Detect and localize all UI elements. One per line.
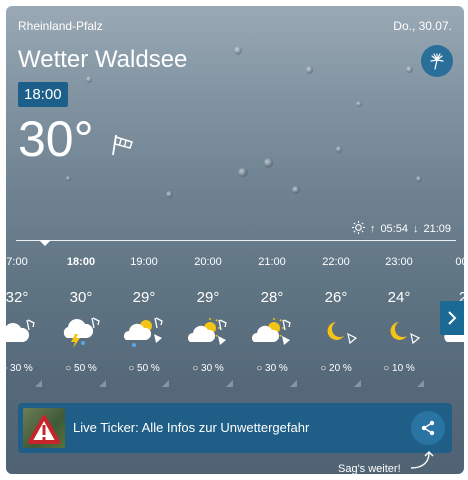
hour-temperature: 30° [69,289,93,306]
raindrop [416,176,422,182]
curved-arrow-icon [410,451,434,469]
hour-label: 19:00 [130,256,158,268]
arrow-down-icon: ↓ [412,223,419,235]
raindrop-icon: ○ [6,363,7,374]
hour-temperature: 29° [196,289,220,306]
current-temperature: 30° [18,111,94,167]
live-ticker-banner[interactable]: Live Ticker: Alle Infos zur Unwettergefa… [18,403,452,453]
corner-triangle [226,380,233,387]
raindrop [66,176,71,181]
hour-temperature: 24° [387,289,411,306]
moon-icon [304,316,368,348]
precipitation-value: 30 % [265,363,288,374]
timeline-pointer [39,240,51,246]
raindrop-icon: ○ [192,363,199,374]
precipitation-value: 50 % [137,363,160,374]
corner-triangle [99,380,106,387]
arrow-up-icon: ↑ [369,223,376,235]
dandelion-icon[interactable] [421,45,453,77]
precipitation: ○ 30 % [240,363,304,374]
raindrop-icon: ○ [65,363,72,374]
raindrop [166,191,173,198]
hour-label: 22:00 [322,256,350,268]
raindrop [306,66,313,74]
sunrise-time: 05:54 [380,223,408,235]
windsock-icon [110,133,136,162]
hour-label: 7:00 [6,256,28,268]
moon-icon [367,316,431,348]
cloudy-wind-icon [6,316,49,348]
current-time-badge: 18:00 [18,82,68,107]
raindrop [356,101,362,107]
ticker-label: Live Ticker: Alle Infos zur Unwettergefa… [73,420,310,435]
precipitation: ○ 50 % [49,363,113,374]
hour-label: 21:00 [258,256,286,268]
raindrop-icon: ○ [128,363,135,374]
sunset-time: 21:09 [423,223,451,235]
date-label: Do., 30.07. [393,19,452,33]
precipitation: ○ 50 % [112,363,176,374]
raindrop [264,158,273,168]
corner-triangle [354,380,361,387]
region-label: Rheinland-Pfalz [18,19,103,33]
thunderstorm-icon [49,316,113,348]
raindrop [86,76,92,83]
partly-sunny-rain-icon [112,316,176,348]
raindrop [234,46,242,55]
hour-temperature: 28° [260,289,284,306]
share-hint: Sag's weiter! [338,463,401,474]
precipitation: ○ 30 % [176,363,240,374]
hour-temperature: 26° [324,289,348,306]
raindrop-icon: ○ [383,363,390,374]
raindrop [336,146,342,153]
hour-label: 23:00 [385,256,413,268]
hour-label: 20:00 [194,256,222,268]
precipitation: ○ 10 % [367,363,431,374]
partly-sunny-icon [176,316,240,348]
precipitation-value: 50 % [74,363,97,374]
raindrop [238,168,248,177]
warning-thumbnail [23,408,65,448]
next-button[interactable] [440,301,464,335]
share-icon [421,420,435,436]
hour-label: 00: [455,256,464,268]
hour-temperature: 32° [6,289,29,306]
raindrop [292,186,300,194]
raindrop-icon: ○ [256,363,263,374]
partly-sunny-icon [240,316,304,348]
chevron-right-icon [448,311,457,325]
weather-card: Rheinland-Pfalz Do., 30.07. Wetter Walds… [6,6,464,474]
sun-times: ↑ 05:54 ↓ 21:09 [351,221,451,237]
corner-triangle [162,380,169,387]
raindrop-icon: ○ [320,363,327,374]
corner-triangle [35,380,42,387]
hour-temperature: 29° [132,289,156,306]
hour-label: 18:00 [66,256,96,268]
precipitation-value: 10 % [392,363,415,374]
corner-triangle [290,380,297,387]
precipitation-value: 20 % [329,363,352,374]
page-title: Wetter Waldsee [18,46,188,73]
precipitation: ○ 30 % [6,363,49,374]
timeline-line [16,240,456,241]
sun-icon [351,221,365,237]
precipitation: ○ 20 % [304,363,368,374]
raindrop [406,66,413,73]
corner-triangle [417,380,424,387]
precipitation-value: 30 % [10,363,33,374]
share-button[interactable] [411,411,445,445]
precipitation-value: 30 % [201,363,224,374]
